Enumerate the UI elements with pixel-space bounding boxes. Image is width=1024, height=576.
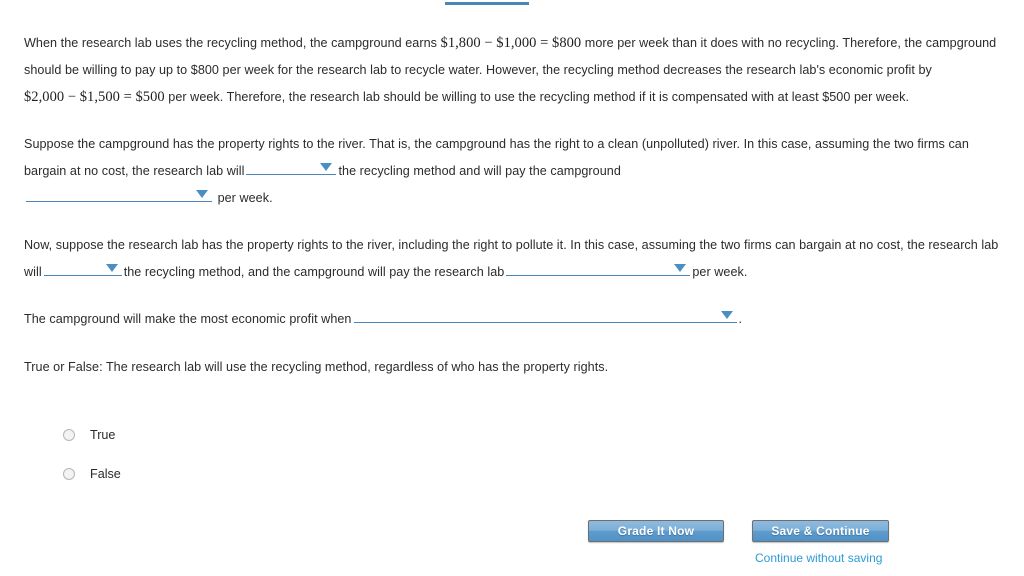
radio-option-true[interactable]: True	[63, 426, 121, 443]
chevron-down-icon	[720, 311, 733, 319]
chevron-down-icon	[320, 163, 333, 171]
use-or-not-dropdown-1[interactable]	[246, 158, 337, 175]
true-false-radio-group: True False	[63, 426, 121, 504]
question-content: When the research lab uses the recycling…	[24, 30, 1000, 381]
radio-button-true[interactable]	[63, 428, 75, 441]
p2-segment-2: the recycling method and will pay the ca…	[338, 164, 621, 178]
continue-without-saving-link[interactable]: Continue without saving	[755, 551, 882, 565]
paragraph-true-false-question: True or False: The research lab will use…	[24, 360, 609, 374]
paragraph-explanation: When the research lab uses the recycling…	[24, 30, 1000, 111]
p1-math-2: $2,000 − $1,500 = $500	[24, 89, 165, 105]
save-and-continue-button[interactable]: Save & Continue	[752, 520, 889, 542]
p1-segment-1: When the research lab uses the recycling…	[24, 36, 441, 50]
chevron-down-icon	[196, 190, 208, 198]
amount-dropdown-1[interactable]	[26, 185, 212, 202]
grade-it-now-button[interactable]: Grade It Now	[588, 520, 724, 542]
p1-math-1: $1,800 − $1,000 = $800	[440, 35, 582, 51]
amount-dropdown-2[interactable]	[506, 259, 691, 276]
p2-segment-3: per week.	[217, 191, 273, 205]
p4-segment-1: The campground will make the most econom…	[24, 312, 352, 326]
most-profit-dropdown[interactable]	[353, 306, 737, 323]
radio-option-false[interactable]: False	[63, 465, 121, 482]
p3-segment-4: week.	[714, 265, 748, 279]
paragraph-lab-rights: Now, suppose the research lab has the pr…	[24, 232, 1000, 286]
radio-label-false: False	[90, 466, 121, 481]
chevron-down-icon	[105, 264, 118, 272]
p3-segment-3: per	[692, 265, 711, 279]
paragraph-most-profit: The campground will make the most econom…	[24, 306, 1000, 333]
p4-segment-2: .	[738, 312, 743, 326]
use-or-not-dropdown-2[interactable]	[43, 259, 122, 276]
radio-label-true: True	[90, 427, 116, 442]
radio-button-false[interactable]	[63, 467, 75, 480]
chevron-down-icon	[674, 264, 687, 272]
p1-segment-3: per week. Therefore, the research lab sh…	[164, 90, 910, 104]
top-progress-rule	[445, 2, 529, 5]
p3-segment-2: the recycling method, and the campground…	[123, 265, 505, 279]
paragraph-campground-rights: Suppose the campground has the property …	[24, 131, 1000, 212]
